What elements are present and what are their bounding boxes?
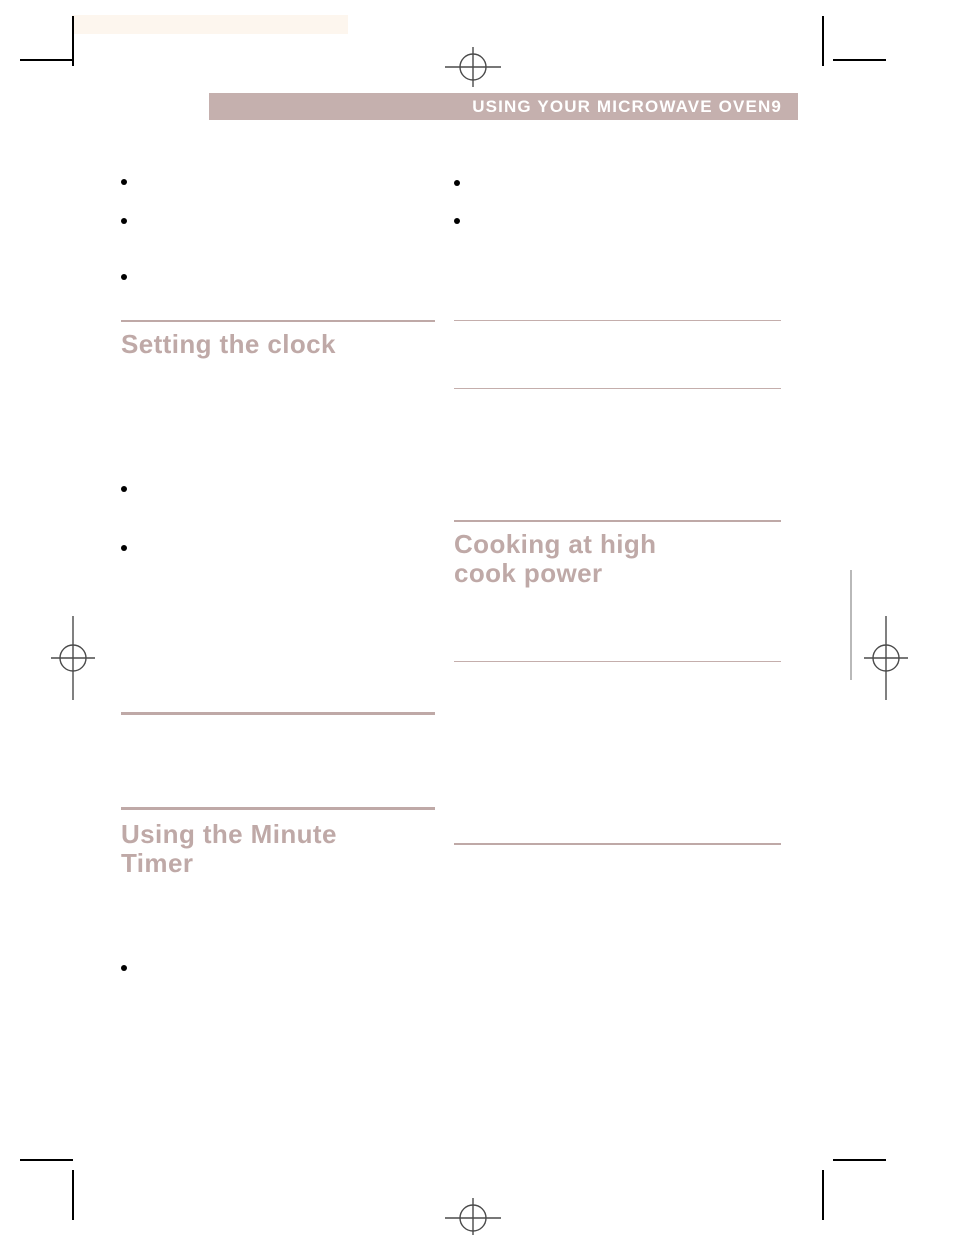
section-rule	[121, 320, 435, 322]
crop-mark-top-right-horizontal	[833, 59, 886, 61]
left-column: Setting the clock Using the Minute Timer	[0, 0, 440, 1235]
list-item-bullet	[454, 218, 460, 224]
list-item-bullet	[121, 274, 127, 280]
section-rule	[121, 807, 435, 810]
section-heading-setting-the-clock: Setting the clock	[121, 329, 336, 359]
section-heading-cooking-at-high-cook-power: Cooking at high cook power	[454, 529, 657, 589]
section-heading-using-the-minute-timer: Using the Minute Timer	[121, 819, 337, 879]
section-rule	[121, 712, 435, 715]
section-rule	[454, 661, 781, 662]
crop-mark-bottom-right-horizontal	[833, 1159, 886, 1161]
list-item-bullet	[121, 218, 127, 224]
right-column: Cooking at high cook power	[440, 0, 840, 1235]
list-item-bullet	[454, 180, 460, 186]
document-page: USING YOUR MICROWAVE OVEN9 Setting the c…	[0, 0, 954, 1235]
section-rule	[454, 520, 781, 522]
list-item-bullet	[121, 486, 127, 492]
section-rule	[454, 320, 781, 321]
list-item-bullet	[121, 545, 127, 551]
list-item-bullet	[121, 179, 127, 185]
section-rule	[454, 388, 781, 389]
section-rule	[454, 843, 781, 845]
list-item-bullet	[121, 965, 127, 971]
